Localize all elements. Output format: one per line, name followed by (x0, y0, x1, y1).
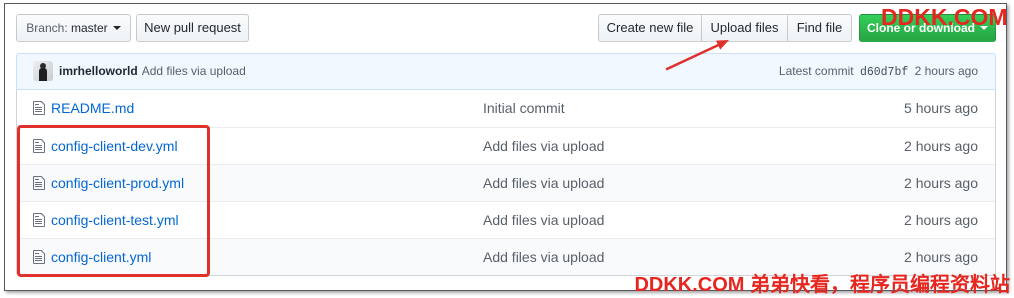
file-age: 2 hours ago (904, 175, 978, 191)
file-age: 2 hours ago (904, 249, 978, 265)
latest-commit-bar: imrhelloworld Add files via upload Latest… (16, 53, 996, 90)
branch-select-button[interactable]: Branch: master (16, 14, 131, 42)
avatar[interactable] (33, 61, 53, 81)
commit-meta: Latest commit d60d7bf 2 hours ago (779, 54, 978, 90)
file-age: 5 hours ago (904, 100, 978, 116)
file-commit-message-link[interactable]: Add files via upload (483, 128, 604, 164)
commit-message-link[interactable]: Add files via upload (142, 64, 246, 78)
file-row: README.md Initial commit 5 hours ago (17, 90, 995, 127)
file-text-icon (33, 101, 45, 115)
file-name-link[interactable]: README.md (51, 90, 134, 126)
file-commit-message-link[interactable]: Add files via upload (483, 239, 604, 275)
latest-commit-label: Latest commit (778, 64, 854, 78)
caret-down-icon (112, 25, 121, 30)
highlight-rectangle (17, 125, 210, 277)
commit-sha-link[interactable]: d60d7bf (860, 66, 908, 79)
commit-age: 2 hours ago (914, 64, 978, 78)
commit-summary: imrhelloworld Add files via upload (59, 54, 246, 89)
branch-name-label: master (71, 21, 108, 35)
find-file-button[interactable]: Find file (787, 14, 852, 42)
file-commit-message-link[interactable]: Add files via upload (483, 202, 604, 238)
commit-author-link[interactable]: imrhelloworld (59, 64, 138, 78)
new-pull-request-button[interactable]: New pull request (136, 14, 249, 42)
file-age: 2 hours ago (904, 138, 978, 154)
file-age: 2 hours ago (904, 212, 978, 228)
create-new-file-button[interactable]: Create new file (598, 14, 702, 42)
watermark-top: DDKK.COM (881, 4, 1008, 30)
watermark-bottom: DDKK.COM 弟弟快看，程序员编程资料站 (634, 274, 1010, 296)
file-commit-message-link[interactable]: Add files via upload (483, 165, 604, 201)
avatar-body (39, 68, 47, 81)
branch-prefix-label: Branch: (26, 21, 68, 35)
file-commit-message-link[interactable]: Initial commit (483, 90, 565, 126)
upload-files-button[interactable]: Upload files (701, 14, 788, 42)
